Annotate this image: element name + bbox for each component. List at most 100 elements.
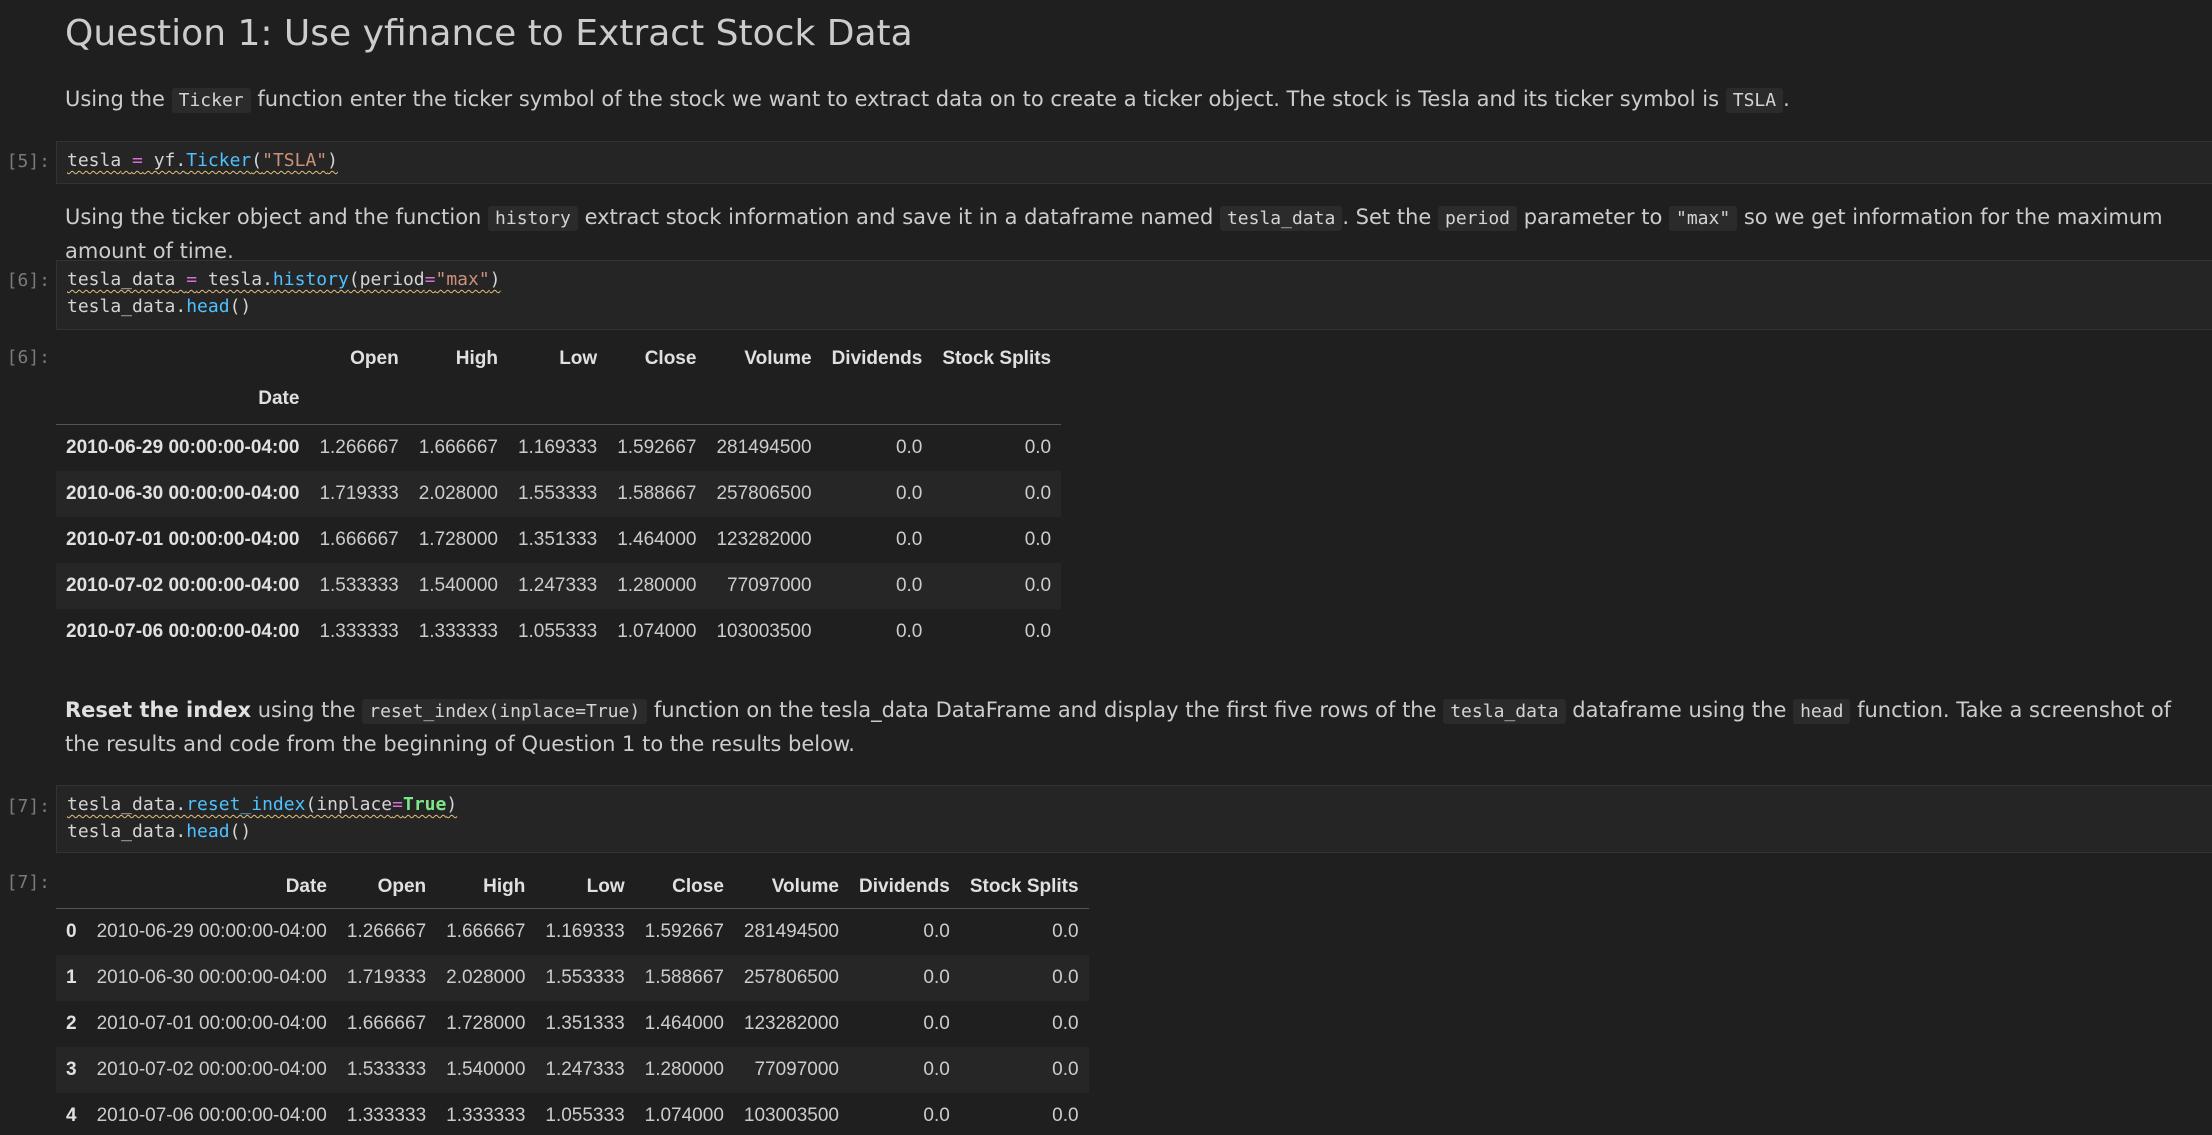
table-cell: 1.533333 xyxy=(319,575,399,596)
empty-header-cell xyxy=(822,380,933,425)
table-body: 0 2010-06-29 00:00:00-04:00 1.266667 1.6666… xyxy=(56,908,1089,1135)
code-token: tesla xyxy=(67,150,122,171)
dataframe-output-7: Date Open High Low Close Volume Dividends Stock… xyxy=(56,866,1089,1135)
empty-header-cell xyxy=(309,380,408,425)
empty-header-cell xyxy=(409,380,508,425)
header-row: Open High Low Close Volume Dividends Stock Spl… xyxy=(56,338,1061,380)
inline-code: tesla_data xyxy=(1443,699,1566,724)
code-token: (period xyxy=(348,269,425,290)
code-cell-7[interactable]: tesla_data.reset_index(inplace=True) tesl… xyxy=(56,785,2212,853)
code-token: history xyxy=(272,269,349,290)
code-token: ) xyxy=(327,150,338,171)
code-token: ( xyxy=(251,150,263,171)
code-cell-5[interactable]: tesla = yf.Ticker("TSLA") xyxy=(56,141,2212,184)
table-cell: 103003500 xyxy=(716,621,812,642)
markdown-cell-ticker[interactable]: Using the Ticker function enter the tick… xyxy=(65,83,2192,117)
table-cell: 2010-06-29 00:00:00-04:00 xyxy=(96,921,327,942)
table-header: Open High Low Close Volume Dividends Stock Spl… xyxy=(56,338,1062,425)
table-cell: 257806500 xyxy=(743,967,839,988)
table-cell: 0.0 xyxy=(923,1013,950,1034)
inline-code: "max" xyxy=(1669,206,1738,231)
markdown-cell-reset-index[interactable]: Reset the index using the reset_index(in… xyxy=(65,694,2192,761)
table-cell: 0.0 xyxy=(1024,575,1052,596)
table-row: 1 2010-06-30 00:00:00-04:00 1.719333 2.0280… xyxy=(56,955,1089,1001)
column-header: Volume xyxy=(744,348,812,369)
column-header: Dividends xyxy=(831,348,923,369)
table-cell: 123282000 xyxy=(716,529,812,550)
heading-cell[interactable]: Question 1: Use yfinance to Extract Stoc… xyxy=(65,10,2192,58)
inline-code: head xyxy=(1793,699,1851,724)
table-row: 2010-06-30 00:00:00-04:00 1.719333 2.02800… xyxy=(56,471,1062,517)
code-token: head xyxy=(186,821,230,842)
code-line: tesla_data = tesla.history(period="max") xyxy=(67,266,2212,293)
output-count-6: [6]: xyxy=(6,347,50,368)
table-cell: 1.266667 xyxy=(346,921,427,942)
inline-code: tesla_data xyxy=(1219,206,1343,231)
code-token: tesla. xyxy=(197,269,273,290)
code-token: = xyxy=(392,794,403,815)
table-cell: 1.333333 xyxy=(319,621,399,642)
row-index: 2 xyxy=(66,1013,77,1034)
table-cell: 1.074000 xyxy=(617,621,697,642)
table-cell: 1.719333 xyxy=(346,967,427,988)
text: Using the xyxy=(65,87,172,111)
table-cell: 0.0 xyxy=(923,921,950,942)
column-header: Open xyxy=(350,348,399,369)
table-cell: 1.666667 xyxy=(418,437,498,458)
table-cell: 1.592667 xyxy=(644,921,724,942)
table-cell: 1.280000 xyxy=(617,575,697,596)
text: parameter to xyxy=(1517,205,1669,229)
code-token: = xyxy=(186,269,198,290)
table-cell: 1.169333 xyxy=(517,437,598,458)
text: extract stock information and save it in… xyxy=(577,205,1220,229)
code-token: reset_index xyxy=(186,794,306,815)
execution-count-5: [5]: xyxy=(6,151,50,172)
table-cell: 0.0 xyxy=(895,575,923,596)
table-cell: 1.666667 xyxy=(319,529,399,550)
code-line: tesla_data.head() xyxy=(67,818,2212,845)
column-header: Low xyxy=(559,348,598,369)
table-cell: 2.028000 xyxy=(418,483,498,504)
table-cell: 1.333333 xyxy=(346,1105,427,1126)
table-cell: 1.055333 xyxy=(517,621,598,642)
table-cell: 1.464000 xyxy=(644,1013,724,1034)
table-cell: 0.0 xyxy=(895,529,923,550)
inline-code: period xyxy=(1437,206,1518,231)
table-cell: 1.728000 xyxy=(418,529,498,550)
table-cell: 0.0 xyxy=(923,1105,950,1126)
bold-text: Reset the index xyxy=(65,698,252,722)
row-index: 2010-06-29 00:00:00-04:00 xyxy=(66,437,300,458)
text: Using the ticker object and the function xyxy=(65,205,489,229)
code-token: = xyxy=(424,269,436,290)
table-cell: 1.553333 xyxy=(545,967,625,988)
corner-cell xyxy=(56,866,87,909)
row-index: 2010-06-30 00:00:00-04:00 xyxy=(66,483,300,504)
header-row: Date Open High Low Close Volume Dividends Stock… xyxy=(56,866,1089,909)
code-token: Ticker xyxy=(186,150,252,171)
inline-code: Ticker xyxy=(171,88,251,113)
table-cell: 257806500 xyxy=(716,483,812,504)
code-token: True xyxy=(402,794,447,815)
code-cell-6[interactable]: tesla_data = tesla.history(period="max")… xyxy=(56,260,2212,330)
code-token: ) xyxy=(446,794,458,815)
table-cell: 1.351333 xyxy=(517,529,598,550)
index-name-row: Date xyxy=(56,380,1062,425)
text: . xyxy=(1783,87,1790,111)
table-cell: 1.719333 xyxy=(319,483,399,504)
text: using the xyxy=(251,698,363,722)
table-cell: 2010-07-01 00:00:00-04:00 xyxy=(96,1013,327,1034)
table-cell: 0.0 xyxy=(923,967,950,988)
table-cell: 1.540000 xyxy=(418,575,498,596)
table-cell: 0.0 xyxy=(1052,1013,1079,1034)
row-index: 2010-07-01 00:00:00-04:00 xyxy=(66,529,300,550)
table-cell: 1.666667 xyxy=(446,921,526,942)
execution-count-7: [7]: xyxy=(6,796,50,817)
text: function enter the ticker symbol of the … xyxy=(250,87,1726,111)
table-cell: 0.0 xyxy=(895,437,923,458)
table-row: 2010-07-06 00:00:00-04:00 1.333333 1.33333… xyxy=(56,609,1062,655)
table-row: 2010-07-02 00:00:00-04:00 1.533333 1.54000… xyxy=(56,563,1062,609)
column-header: Dividends xyxy=(859,876,950,897)
row-index: 4 xyxy=(66,1105,77,1126)
markdown-cell-history[interactable]: Using the ticker object and the function… xyxy=(65,201,2192,268)
